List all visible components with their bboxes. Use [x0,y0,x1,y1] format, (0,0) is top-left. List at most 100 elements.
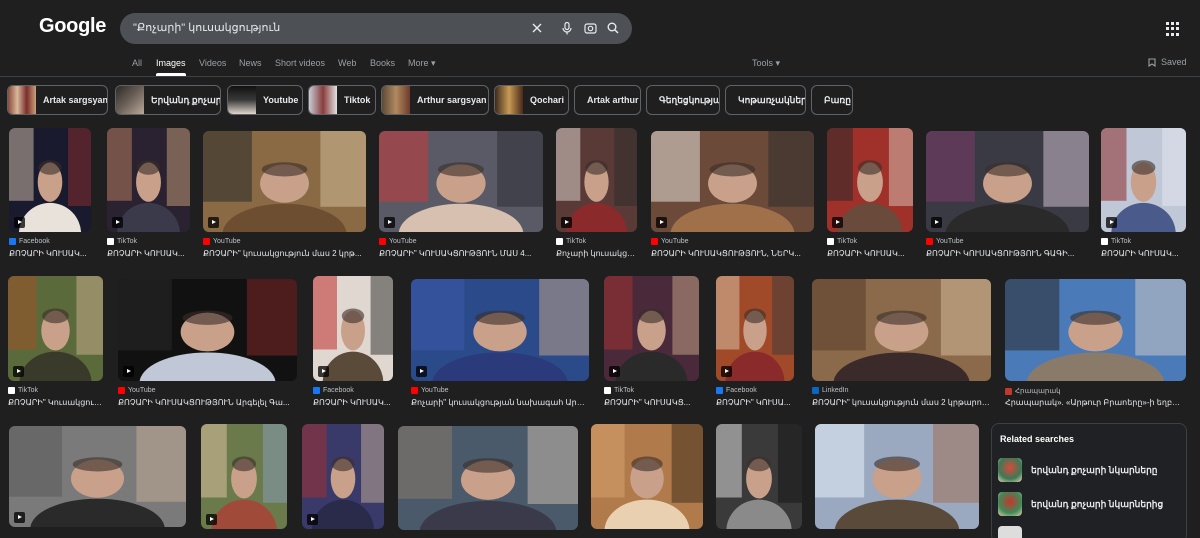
tab-all[interactable]: All [132,58,142,68]
result-source[interactable]: Facebook [9,238,50,245]
result-source[interactable]: TikTok [827,238,857,245]
result-title[interactable]: ՔՈՉԱՐԻ ԿՈՒՍԱԿՑՈՒԹՅՈՒՆ ԳԱԳԻ... [926,249,1089,258]
result-thumbnail[interactable] [926,131,1089,232]
result-thumbnail[interactable] [9,426,186,527]
tab-books[interactable]: Books [370,58,395,68]
image-result[interactable] [591,424,703,538]
result-thumbnail[interactable] [815,424,979,529]
result-title[interactable]: Հրապարակ». «Արթուր Բրաոերը»-ի եղբայ... [1005,398,1186,407]
tools-button[interactable]: Tools ▾ [752,58,780,69]
image-result[interactable] [716,424,802,538]
tab-videos[interactable]: Videos [199,58,226,68]
result-source[interactable]: YouTube [118,387,156,394]
result-title[interactable]: ՔՈՉԱՐԻ ԿՈՒՍԱԿՑՈՒԹՅՈՒՆ, ՆԵՐԿ... [651,249,814,258]
search-input[interactable]: "Քոչարի" կուսակցություն [133,21,280,34]
image-result[interactable]: YouTube ՔՈՉԱՐԻ" կուսակցություն մաս 2 կրթ.… [203,131,366,262]
result-source[interactable]: YouTube [203,238,241,245]
chip-artak-sargsyan[interactable]: Artak sargsyan [7,85,108,115]
result-title[interactable]: ՔՈՉԱՐԻ ԿՈՒՍԱԿ... [107,249,190,258]
image-result[interactable] [398,426,578,538]
image-result[interactable]: YouTube ՔՈՉԱՐԻ" ԿՈՒՍԱԿՑՈՒԹՅՈՒՆ ՄԱՍ 4... [379,131,543,262]
result-source[interactable]: TikTok [8,387,38,394]
result-source[interactable]: YouTube [926,238,964,245]
result-title[interactable]: ՔՈՉԱՐԻ" կուսակցություն մաս 2 կրթարոց... [812,398,991,407]
image-result[interactable] [302,424,384,538]
result-source[interactable]: Facebook [313,387,354,394]
result-source[interactable]: TikTok [604,387,634,394]
result-title[interactable]: ՔՈՉԱՐԻ ԿՈՒՍԱԿ... [9,249,91,258]
tab-web[interactable]: Web [338,58,356,68]
tab-more[interactable]: More ▾ [408,58,436,69]
result-source[interactable]: YouTube [411,387,449,394]
microphone-icon[interactable] [556,17,578,39]
camera-lens-icon[interactable] [579,17,601,39]
result-thumbnail[interactable] [398,426,578,530]
result-thumbnail[interactable] [812,279,991,381]
result-thumbnail[interactable] [203,131,366,232]
image-result[interactable]: YouTube ՔՈՉԱՐԻ ԿՈՒՍԱԿՑՈՒԹՅՈՒՆ, ՆԵՐԿ... [651,131,814,262]
result-title[interactable]: ՔՈՉԱՐԻ" ԿՈՒՍԱ... [716,398,794,407]
result-source[interactable]: Հրապարակ [1005,387,1061,395]
result-source[interactable]: Facebook [716,387,757,394]
related-search-item[interactable]: երվանդ քոչարի նկարներից [998,490,1182,518]
image-result[interactable]: Հրապարակ Հրապարակ». «Արթուր Բրաոերը»-ի եղ… [1005,279,1186,411]
related-search-item[interactable] [998,524,1182,538]
image-result[interactable]: TikTok ՔՈՉԱՐԻ ԿՈՒՍԱԿ... [107,128,190,262]
chip-kotarchakner[interactable]: Կոթառչակներ [725,85,806,115]
result-source[interactable]: YouTube [379,238,417,245]
clear-icon[interactable] [526,17,548,39]
result-thumbnail[interactable] [411,279,589,381]
result-source[interactable]: LinkedIn [812,387,848,394]
result-source[interactable]: TikTok [1101,238,1131,245]
chip-arthur-sargsyan[interactable]: Arthur sargsyan [381,85,489,115]
result-thumbnail[interactable] [716,424,802,529]
result-title[interactable]: ՔՈՉԱՐԻ" ԿՈՒՍԱԿՑՈՒԹՅՈՒՆ ՄԱՍ 4... [379,249,543,258]
chip-artak-arthur[interactable]: Artak arthur [574,85,641,115]
image-result[interactable]: TikTok ՔՈՉԱՐԻ" ԿՈՒՍԱԿՑ... [604,276,699,411]
chip-youtube[interactable]: Youtube [227,85,303,115]
result-title[interactable]: ՔՈՉԱՐԻ ԿՈՒՍԱԿ... [827,249,913,258]
image-result[interactable] [9,426,186,538]
result-thumbnail[interactable] [1005,279,1186,381]
image-result[interactable] [201,424,287,538]
search-box[interactable]: "Քոչարի" կուսակցություն [120,13,632,44]
image-result[interactable] [815,424,979,538]
tab-images[interactable]: Images [156,58,186,76]
image-result[interactable]: TikTok ՔՈՉԱՐԻ" Կուսակցութ... [8,276,103,411]
result-thumbnail[interactable] [379,131,543,232]
result-thumbnail[interactable] [118,279,297,381]
saved-button[interactable]: Saved [1148,57,1187,67]
image-result[interactable]: TikTok ՔՈՉԱՐԻ ԿՈՒՍԱԿ... [1101,128,1186,262]
chip-tiktok[interactable]: Tiktok [308,85,376,115]
result-source[interactable]: YouTube [651,238,689,245]
image-result[interactable]: YouTube Քոչարի" կուսակցության նախագահ Արտ… [411,279,589,411]
result-title[interactable]: Քոչարի" կուսակցության նախագահ Արտ... [411,398,589,407]
result-title[interactable]: ՔՈՉԱՐԻ" ԿՈՒՍԱԿՑ... [604,398,699,407]
chip-qochari[interactable]: Qochari [494,85,569,115]
result-title[interactable]: ՔՈՉԱՐԻ" Կուսակցութ... [8,398,103,407]
image-result[interactable]: TikTok ՔՈՉԱՐԻ ԿՈՒՍԱԿ... [827,128,913,262]
result-source[interactable]: TikTok [107,238,137,245]
image-result[interactable]: LinkedIn ՔՈՉԱՐԻ" կուսակցություն մաս 2 կրթ… [812,279,991,411]
image-result[interactable]: Facebook ՔՈՉԱՐԻ ԿՈՒՍԱԿ... [9,128,91,262]
result-title[interactable]: ՔՈՉԱՐԻ ԿՈՒՍԱԿՑՈՒԹՅՈՒՆ Արգելել Գա... [118,398,297,407]
result-title[interactable]: ՔՈՉԱՐԻ ԿՈՒՍԱԿ... [1101,249,1186,258]
related-search-item[interactable]: երվանդ քոչարի նկարները [998,456,1182,484]
apps-grid-icon[interactable] [1166,22,1180,36]
result-thumbnail[interactable] [651,131,814,232]
search-icon[interactable] [602,17,624,39]
chip-bary[interactable]: Բառը [811,85,853,115]
tab-short-videos[interactable]: Short videos [275,58,325,68]
image-result[interactable]: YouTube ՔՈՉԱՐԻ ԿՈՒՍԱԿՑՈՒԹՅՈՒՆ Արգելել Գա.… [118,279,297,411]
image-result[interactable]: Facebook ՔՈՉԱՐԻ ԿՈՒՍԱԿ... [313,276,393,411]
result-title[interactable]: ՔՈՉԱՐԻ ԿՈՒՍԱԿ... [313,398,393,407]
tab-news[interactable]: News [239,58,262,68]
image-result[interactable]: Facebook ՔՈՉԱՐԻ" ԿՈՒՍԱ... [716,276,794,411]
result-title[interactable]: ՔՈՉԱՐԻ" կուսակցություն մաս 2 կրթ... [203,249,366,258]
chip-ervand-kochari[interactable]: Երվանդ քոչարի [115,85,221,115]
google-logo[interactable]: Google [39,15,106,38]
chip-beauty[interactable]: Գեղեցկության [646,85,720,115]
result-thumbnail[interactable] [591,424,703,529]
image-result[interactable]: TikTok Քոչարի կուսակցութ... [556,128,637,262]
result-title[interactable]: Քոչարի կուսակցութ... [556,249,637,258]
